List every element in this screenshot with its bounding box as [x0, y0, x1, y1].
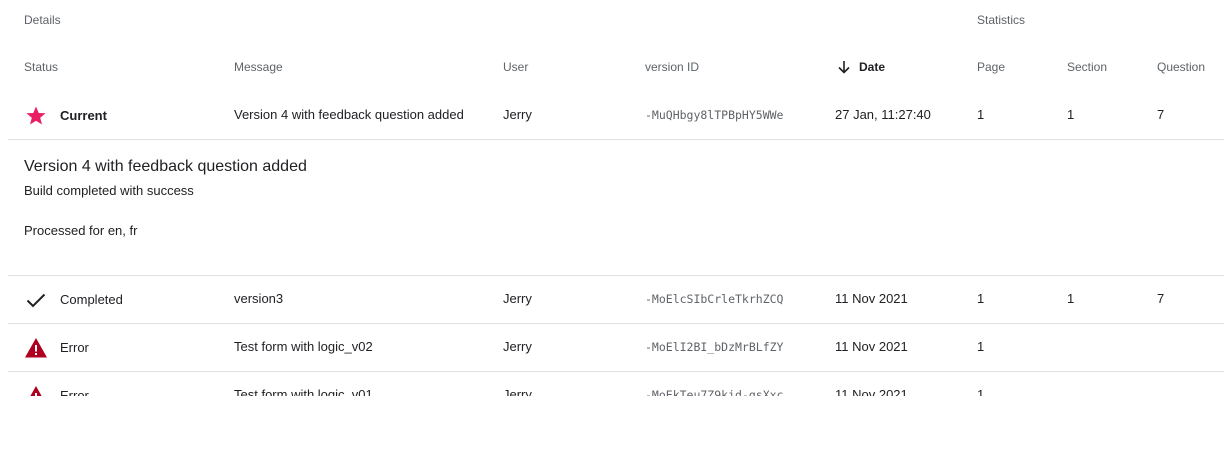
- section-count-cell: 1: [1067, 291, 1075, 306]
- column-header-date[interactable]: Date: [859, 60, 885, 74]
- date-cell: 11 Nov 2021: [835, 291, 908, 306]
- scroll-clip: Error Test form with logic_v01 Jerry -Mo…: [0, 372, 1224, 396]
- page-count-cell: 1: [977, 339, 985, 354]
- user-cell: Jerry: [503, 107, 532, 122]
- status-label: Completed: [60, 292, 123, 307]
- status-label: Current: [60, 108, 107, 123]
- message-cell: version3: [234, 291, 284, 306]
- question-count-cell: 7: [1157, 291, 1165, 306]
- table-row[interactable]: Error Test form with logic_v02 Jerry -Mo…: [8, 324, 1224, 371]
- date-cell: 27 Jan, 11:27:40: [835, 107, 931, 122]
- user-cell: Jerry: [503, 387, 532, 396]
- version-id-cell: -MoElcSIbCrleTkrhZCQ: [645, 292, 784, 306]
- column-header-question[interactable]: Question: [1157, 60, 1205, 74]
- detail-languages-text: Processed for en, fr: [24, 223, 138, 238]
- column-header-user[interactable]: User: [503, 60, 528, 74]
- version-id-cell: -MoElI2BI_bDzMrBLfZY: [645, 340, 784, 354]
- column-header-message[interactable]: Message: [234, 60, 283, 74]
- table-row[interactable]: Current Version 4 with feedback question…: [8, 91, 1224, 139]
- page-count-cell: 1: [977, 291, 985, 306]
- arrow-down-icon[interactable]: [836, 59, 852, 75]
- detail-status-text: Build completed with success: [24, 183, 194, 198]
- column-header-status[interactable]: Status: [24, 60, 58, 74]
- user-cell: Jerry: [503, 291, 532, 306]
- check-icon: [26, 293, 46, 308]
- detail-title: Version 4 with feedback question added: [24, 158, 307, 175]
- column-header-version-id[interactable]: version ID: [645, 60, 699, 74]
- warning-icon: [25, 338, 47, 358]
- version-id-cell: -MuQHbgy8lTPBpHY5WWe: [645, 108, 784, 122]
- user-cell: Jerry: [503, 339, 532, 354]
- message-cell: Test form with logic_v01: [234, 387, 373, 396]
- page-count-cell: 1: [977, 387, 985, 396]
- statistics-group-label: Statistics: [977, 13, 1026, 27]
- column-header-page[interactable]: Page: [977, 60, 1005, 74]
- status-label: Error: [60, 340, 89, 355]
- date-cell: 11 Nov 2021: [835, 387, 908, 396]
- message-cell: Test form with logic_v02: [234, 339, 373, 354]
- status-label: Error: [60, 388, 89, 396]
- star-icon: [26, 106, 46, 125]
- question-count-cell: 7: [1157, 107, 1165, 122]
- message-cell: Version 4 with feedback question added: [234, 107, 464, 122]
- version-id-cell: -MoEkTeu7Z9kid-gsXxc: [645, 388, 784, 396]
- table-row[interactable]: Error Test form with logic_v01 Jerry -Mo…: [8, 372, 1224, 396]
- table-row[interactable]: Completed version3 Jerry -MoElcSIbCrleTk…: [8, 276, 1224, 323]
- section-count-cell: 1: [1067, 107, 1075, 122]
- details-group-label: Details: [24, 13, 61, 27]
- page-count-cell: 1: [977, 107, 985, 122]
- row-divider: [8, 139, 1224, 140]
- warning-icon: [30, 386, 42, 396]
- column-header-section[interactable]: Section: [1067, 60, 1107, 74]
- date-cell: 11 Nov 2021: [835, 339, 908, 354]
